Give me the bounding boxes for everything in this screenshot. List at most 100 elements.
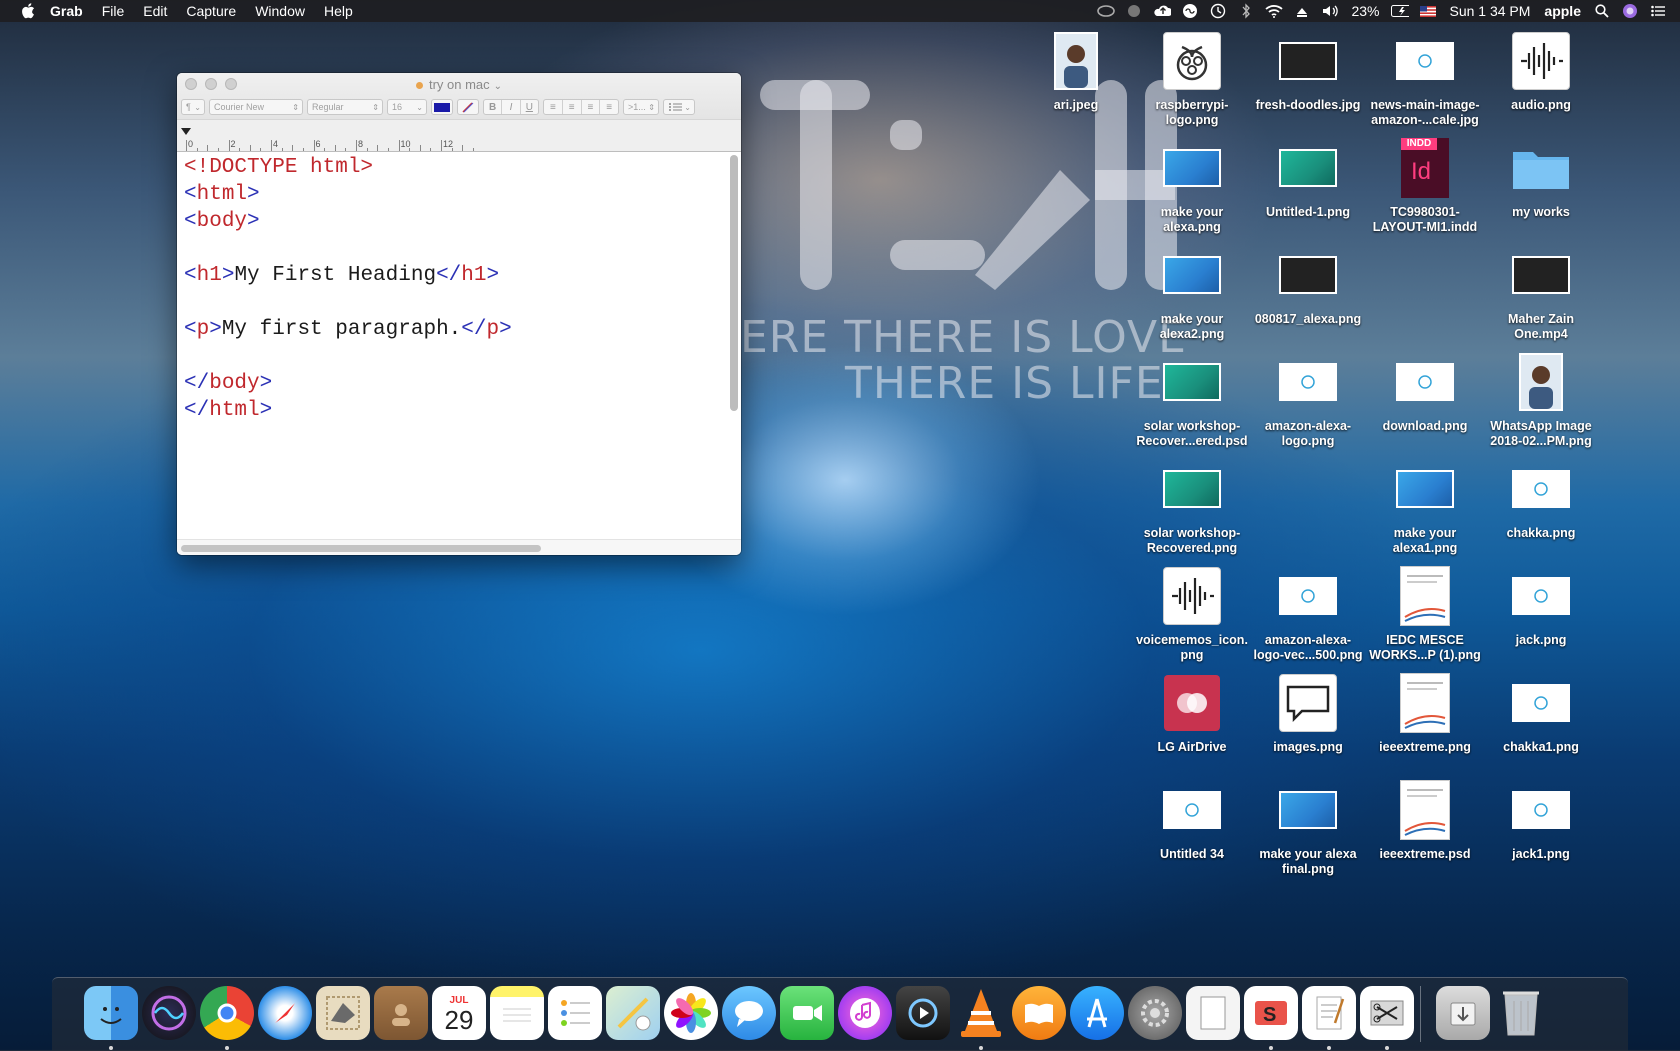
desktop-file-icon[interactable]: images.png (1248, 672, 1368, 755)
dock-textedit-icon[interactable] (1302, 986, 1356, 1040)
desktop-file-icon[interactable]: solar workshop- Recovered.png (1132, 458, 1252, 556)
dock-siri-icon[interactable] (142, 986, 196, 1040)
siri-icon[interactable] (1621, 3, 1639, 19)
code-line[interactable]: <body> (184, 210, 260, 233)
cloud-upload-icon[interactable] (1153, 3, 1172, 19)
code-line[interactable]: <!DOCTYPE html> (184, 156, 373, 179)
ruler[interactable]: 0 2 4 6 8 10 12 (177, 119, 741, 151)
dock-itunes-icon[interactable] (838, 986, 892, 1040)
dock-quicktime-icon[interactable] (896, 986, 950, 1040)
desktop-file-icon[interactable]: LG AirDrive (1132, 672, 1252, 755)
dock-chrome-icon[interactable] (200, 986, 254, 1040)
loop-icon[interactable] (1181, 3, 1199, 19)
window-title[interactable]: try on mac ⌄ (177, 77, 741, 92)
dock-downloads-icon[interactable] (1436, 986, 1490, 1040)
desktop-file-icon[interactable]: fresh-doodles.jpg (1248, 30, 1368, 113)
desktop-file-icon[interactable]: my works (1481, 137, 1601, 220)
desktop-file-icon[interactable]: Untitled-1.png (1248, 137, 1368, 220)
us-flag-icon[interactable] (1419, 3, 1437, 19)
window-titlebar[interactable]: try on mac ⌄ ¶ ⌄ Courier New ⇕ Regular ⇕ 16 ⌄… (177, 73, 741, 152)
desktop-file-icon[interactable]: news-main-image- amazon-...cale.jpg (1365, 30, 1485, 128)
horizontal-scrollbar[interactable] (181, 545, 541, 552)
dock-photos-icon[interactable] (664, 986, 718, 1040)
desktop-file-icon[interactable]: jack1.png (1481, 779, 1601, 862)
italic-button[interactable]: I (502, 100, 521, 114)
font-style-select[interactable]: Regular ⇕ (307, 99, 383, 115)
creative-cloud-icon[interactable] (1097, 3, 1116, 19)
desktop-file-icon[interactable]: voicememos_icon. png (1132, 565, 1252, 663)
desktop-file-icon[interactable]: solar workshop- Recover...ered.psd (1132, 351, 1252, 449)
align-justify-icon[interactable]: ≡ (600, 100, 618, 114)
desktop-file-icon[interactable]: jack.png (1481, 565, 1601, 648)
code-line[interactable]: </body> (184, 372, 272, 395)
line-spacing-select[interactable]: >1... ⇕ (623, 99, 659, 115)
wifi-icon[interactable] (1265, 3, 1284, 19)
desktop-file-icon[interactable]: amazon-alexa- logo.png (1248, 351, 1368, 449)
dock-ibooks-icon[interactable] (1012, 986, 1066, 1040)
code-line[interactable]: <h1>My First Heading</h1> (184, 264, 499, 287)
dock-vlc-icon[interactable] (954, 986, 1008, 1040)
align-left-icon[interactable]: ≡ (544, 100, 563, 114)
list-bullets-select[interactable]: ⌄ (663, 99, 695, 115)
desktop-file-icon[interactable]: IEDC MESCE WORKS...P (1).png (1365, 565, 1485, 663)
font-family-select[interactable]: Courier New ⇕ (209, 99, 303, 115)
dock-maps-icon[interactable] (606, 986, 660, 1040)
dock-safari-icon[interactable] (258, 986, 312, 1040)
desktop-file-icon[interactable]: ari.jpeg (1016, 30, 1136, 113)
align-center-icon[interactable]: ≡ (563, 100, 582, 114)
menu-app-name[interactable]: Grab (50, 3, 83, 19)
menu-edit[interactable]: Edit (143, 3, 167, 19)
desktop-file-icon[interactable]: Untitled 34 (1132, 779, 1252, 862)
desktop-file-icon[interactable]: make your alexa1.png (1365, 458, 1485, 556)
desktop-file-icon[interactable]: ieeextreme.png (1365, 672, 1485, 755)
dock-contacts-icon[interactable] (374, 986, 428, 1040)
desktop-file-icon[interactable]: download.png (1365, 351, 1485, 434)
notification-center-icon[interactable] (1649, 3, 1667, 19)
desktop-file-icon[interactable]: make your alexa2.png (1132, 244, 1252, 342)
menu-help[interactable]: Help (324, 3, 353, 19)
airplay-icon[interactable] (1293, 3, 1311, 19)
spotlight-search-icon[interactable] (1593, 3, 1611, 19)
dock-reminders-icon[interactable] (548, 986, 602, 1040)
dock-facetime-icon[interactable] (780, 986, 834, 1040)
tab-stop-marker[interactable] (181, 128, 191, 135)
desktop-file-icon[interactable]: make your alexa final.png (1248, 779, 1368, 877)
battery-percent[interactable]: 23% (1351, 3, 1379, 19)
vertical-scrollbar[interactable] (730, 155, 738, 411)
dock-trash-icon[interactable] (1494, 986, 1548, 1040)
dock-mail-icon[interactable] (316, 986, 370, 1040)
desktop-file-icon[interactable]: raspberrypi- logo.png (1132, 30, 1252, 128)
desktop-file-icon[interactable]: ieeextreme.psd (1365, 779, 1485, 862)
dock-messages-icon[interactable] (722, 986, 776, 1040)
dock-notes-icon[interactable] (490, 986, 544, 1040)
code-line[interactable]: <p>My first paragraph.</p> (184, 318, 512, 341)
menu-user[interactable]: apple (1544, 3, 1581, 19)
dock-grab-icon[interactable] (1360, 986, 1414, 1040)
menu-clock[interactable]: Sun 1 34 PM (1449, 3, 1530, 19)
dock-finder-icon[interactable] (84, 986, 138, 1040)
code-line[interactable]: <html> (184, 183, 260, 206)
desktop-file-icon[interactable]: chakka.png (1481, 458, 1601, 541)
dock-system-preferences-icon[interactable] (1128, 986, 1182, 1040)
battery-icon[interactable] (1391, 3, 1410, 19)
font-size-field[interactable]: 16 ⌄ (387, 99, 427, 115)
desktop-file-icon[interactable]: make your alexa.png (1132, 137, 1252, 235)
desktop-file-icon[interactable]: chakka1.png (1481, 672, 1601, 755)
desktop-file-icon[interactable]: Maher Zain One.mp4 (1481, 244, 1601, 342)
bold-button[interactable]: B (484, 100, 503, 114)
desktop-file-icon[interactable]: amazon-alexa- logo-vec...500.png (1248, 565, 1368, 663)
volume-icon[interactable] (1321, 3, 1339, 19)
highlight-color-well[interactable] (457, 99, 479, 115)
time-machine-icon[interactable] (1209, 3, 1227, 19)
underline-button[interactable]: U (521, 100, 538, 114)
document-text[interactable]: <!DOCTYPE html> <html> <body> <h1>My Fir… (177, 152, 727, 424)
apple-menu-icon[interactable] (20, 3, 36, 19)
dock-preview-icon[interactable] (1186, 986, 1240, 1040)
menu-file[interactable]: File (102, 3, 125, 19)
horizontal-scroll-track[interactable] (177, 539, 741, 555)
menu-window[interactable]: Window (255, 3, 305, 19)
text-editor[interactable]: <!DOCTYPE html> <html> <body> <h1>My Fir… (177, 152, 727, 540)
dock-slides-icon[interactable]: S (1244, 986, 1298, 1040)
desktop-file-icon[interactable]: 080817_alexa.png (1248, 244, 1368, 327)
paragraph-style-select[interactable]: ¶ ⌄ (181, 99, 205, 115)
